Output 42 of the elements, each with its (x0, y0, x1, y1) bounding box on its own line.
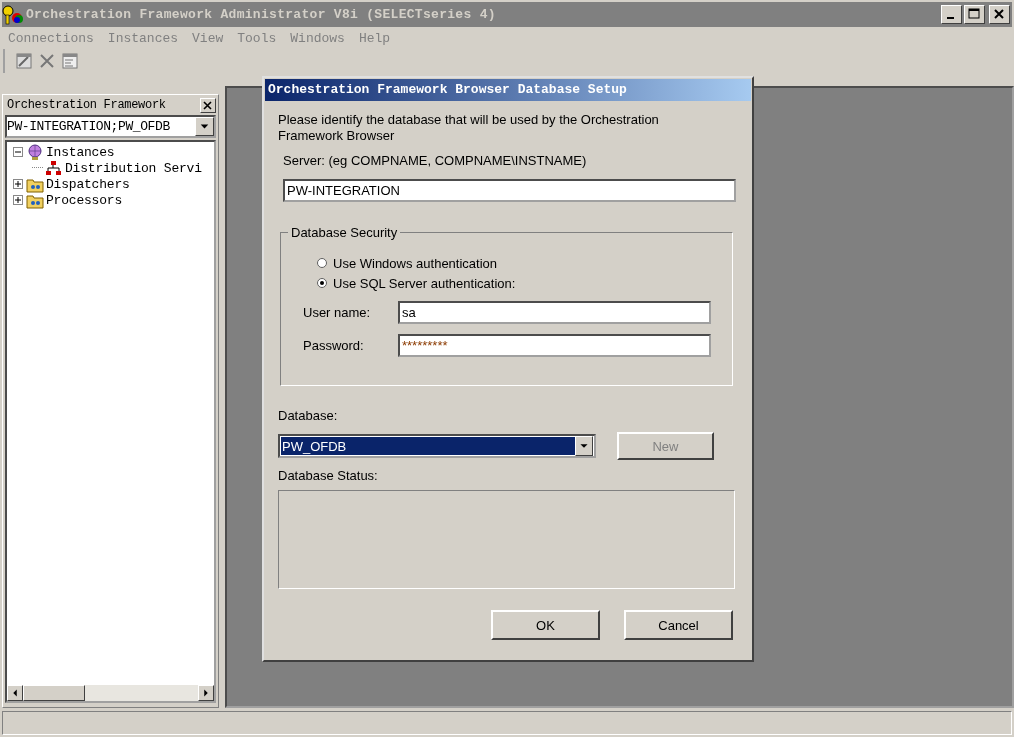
group-title: Database Security (288, 225, 401, 240)
form-icon[interactable] (61, 52, 79, 70)
username-field[interactable]: sa (398, 301, 711, 324)
close-button[interactable] (989, 5, 1010, 24)
scroll-left-button[interactable] (7, 685, 23, 701)
radio-label[interactable]: Use Windows authentication (333, 255, 498, 271)
network-icon (45, 159, 63, 177)
scroll-thumb[interactable] (23, 685, 85, 701)
radio-button[interactable] (317, 258, 327, 268)
status-label: Database Status: (278, 468, 379, 483)
minimize-button[interactable] (941, 5, 962, 24)
instruction-text: Please identify the database that will be used by the Orchestration Framework Browser (278, 112, 660, 144)
delete-icon[interactable] (38, 52, 56, 70)
dialog-button[interactable]: Cancel (624, 610, 733, 640)
edit-icon[interactable] (15, 52, 33, 70)
connection-dropdown[interactable]: PW-INTEGRATION;PW_OFDB (5, 115, 216, 138)
password-label: Password: (303, 338, 365, 353)
tree-item[interactable]: Distribution Servi (65, 160, 202, 176)
username-label: User name: (303, 305, 372, 320)
panel-title: Orchestration Framework (7, 98, 166, 112)
scroll-right-button[interactable] (198, 685, 214, 701)
tree-item[interactable]: Instances (46, 144, 115, 160)
server-label: Server: (eg COMPNAME, COMPNAME\INSTNAME) (283, 153, 588, 168)
expand-icon[interactable] (13, 194, 24, 206)
dialog-button[interactable]: OK (491, 610, 600, 640)
horizontal-scrollbar[interactable] (7, 685, 214, 701)
key-icon (2, 4, 24, 25)
close-button[interactable] (200, 97, 216, 113)
window-title: Orchestration Framework Administrator V8i (SELECTseries 4) (26, 7, 496, 22)
radio-button[interactable] (317, 278, 327, 288)
database-dropdown[interactable]: PW_OFDB (278, 434, 596, 458)
tree-item[interactable]: Dispatchers (46, 176, 130, 192)
password-field[interactable]: ********* (398, 334, 711, 357)
server-field[interactable]: PW-INTEGRATION (283, 179, 736, 202)
expand-icon[interactable] (13, 178, 24, 190)
tree-item[interactable]: Processors (46, 192, 122, 208)
collapse-icon[interactable] (13, 146, 24, 158)
maximize-button[interactable] (964, 5, 985, 24)
database-label: Database: (278, 408, 339, 423)
globe-icon (26, 143, 44, 161)
dialog-title: Orchestration Framework Browser Database Setup (265, 79, 751, 101)
radio-label[interactable]: Use SQL Server authentication: (333, 275, 516, 291)
